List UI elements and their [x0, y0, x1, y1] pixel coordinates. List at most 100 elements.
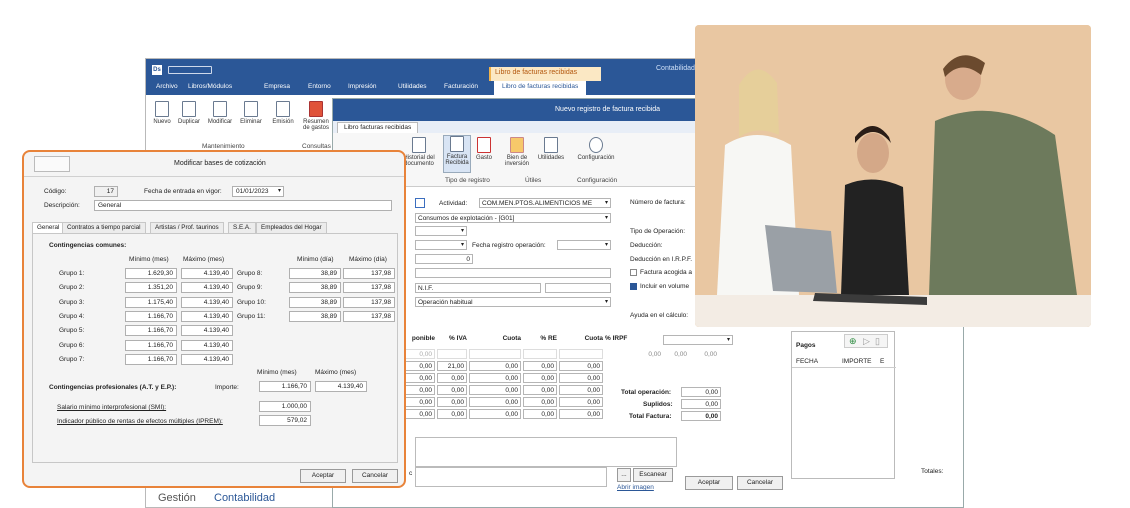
- tax-cell[interactable]: [437, 349, 467, 359]
- grupo-max-field[interactable]: 4.139,40: [181, 282, 233, 294]
- tab-general[interactable]: General: [32, 222, 65, 233]
- tax-cell[interactable]: [469, 349, 521, 359]
- tax-cell[interactable]: 0,00: [523, 373, 557, 383]
- tax-cell[interactable]: 0,00: [401, 409, 435, 419]
- resumen-gastos-button[interactable]: Resumen de gastos: [300, 101, 332, 131]
- tax-cell[interactable]: 0,00: [401, 349, 435, 359]
- emision-button[interactable]: Emisión: [270, 101, 296, 125]
- tab-facturacion[interactable]: Facturación: [444, 83, 478, 90]
- tax-cell[interactable]: 0,00: [437, 409, 467, 419]
- tax-cell[interactable]: 0,00: [559, 373, 603, 383]
- grupo-max-field[interactable]: 137,98: [343, 268, 395, 279]
- notes-area[interactable]: [415, 437, 677, 467]
- tab-libro-facturas-recibidas[interactable]: Libro facturas recibidas: [337, 122, 419, 133]
- tax-cell[interactable]: 0,00: [469, 409, 521, 419]
- actividad-select[interactable]: COM.MEN.PTOS.ALIMENTICIOS ME: [479, 198, 611, 208]
- grupo-max-field[interactable]: 137,98: [343, 310, 395, 322]
- prof-min-field[interactable]: 1.166,70: [259, 381, 311, 392]
- tab-libros[interactable]: Libros/Módulos: [188, 83, 232, 90]
- tab-archivo[interactable]: Archivo: [156, 83, 178, 90]
- grupo-min-field[interactable]: 1.175,40: [125, 296, 177, 308]
- irpf-select[interactable]: [663, 335, 733, 345]
- tax-cell[interactable]: 0,00: [401, 361, 435, 371]
- tax-cell[interactable]: 0,00: [437, 397, 467, 407]
- fecha-registro-field[interactable]: [557, 240, 611, 250]
- tab-sea[interactable]: S.E.A.: [228, 222, 256, 233]
- concepto-select[interactable]: Consumos de explotación - [G01]: [415, 213, 611, 223]
- nav-gestion[interactable]: Gestión: [158, 492, 196, 504]
- tax-cell[interactable]: 21,00: [437, 361, 467, 371]
- grupo-max-field[interactable]: 4.139,40: [181, 325, 233, 337]
- grupo-min-field[interactable]: 1.629,30: [125, 268, 177, 279]
- grupo-max-field[interactable]: 4.139,40: [181, 268, 233, 279]
- tax-cell[interactable]: 0,00: [401, 385, 435, 395]
- grupo-min-field[interactable]: 38,89: [289, 310, 341, 322]
- tax-cell[interactable]: 0,00: [559, 361, 603, 371]
- nif-value-field[interactable]: [545, 283, 611, 293]
- tax-cell[interactable]: 0,00: [559, 409, 603, 419]
- utilidades-button[interactable]: Utilidades: [533, 137, 569, 161]
- fecha-vigor-field[interactable]: 01/01/2023: [232, 186, 284, 197]
- tab-empleados-hogar[interactable]: Empleados del Hogar: [256, 222, 327, 233]
- tax-cell[interactable]: 0,00: [523, 385, 557, 395]
- grupo-max-field[interactable]: 137,98: [343, 282, 395, 294]
- smi-field[interactable]: 1.000,00: [259, 401, 311, 412]
- nav-contabilidad[interactable]: Contabilidad: [214, 492, 275, 504]
- escanear-button[interactable]: Escanear: [633, 468, 673, 482]
- tax-cell[interactable]: 0,00: [469, 397, 521, 407]
- grupo-max-field[interactable]: 137,98: [343, 296, 395, 308]
- select-a[interactable]: [415, 226, 467, 236]
- tab-impresion[interactable]: Impresión: [348, 83, 377, 90]
- nif-field[interactable]: N.I.F.: [415, 283, 541, 293]
- grupo-max-field[interactable]: 4.139,40: [181, 296, 233, 308]
- add-payment-icon[interactable]: ⊕: [849, 336, 857, 347]
- tax-cell[interactable]: 0,00: [523, 397, 557, 407]
- modificar-button[interactable]: Modificar: [204, 101, 236, 125]
- bien-inversion-button[interactable]: Bien de inversión: [503, 137, 531, 167]
- ellipsis-button[interactable]: ...: [617, 468, 631, 482]
- eliminar-button[interactable]: Eliminar: [236, 101, 266, 125]
- tax-cell[interactable]: 0,00: [401, 397, 435, 407]
- tax-cell[interactable]: [523, 349, 557, 359]
- grupo-min-field[interactable]: 38,89: [289, 282, 341, 294]
- iprem-field[interactable]: 579,02: [259, 415, 311, 426]
- bases-aceptar-button[interactable]: Aceptar: [300, 469, 346, 483]
- nuevo-button[interactable]: Nuevo: [150, 101, 174, 125]
- grupo-min-field[interactable]: 1.166,70: [125, 310, 177, 322]
- tax-cell[interactable]: [559, 349, 603, 359]
- grupo-min-field[interactable]: 38,89: [289, 296, 341, 308]
- descripcion-field[interactable]: General: [94, 200, 392, 211]
- tab-libro-facturas[interactable]: Libro de facturas recibidas: [494, 81, 587, 95]
- invoice-aceptar-button[interactable]: Aceptar: [685, 476, 733, 490]
- tab-contratos-parcial[interactable]: Contratos a tiempo parcial: [62, 222, 146, 233]
- abrir-imagen-link[interactable]: Abrir imagen: [617, 484, 654, 491]
- grupo-max-field[interactable]: 4.139,40: [181, 353, 233, 365]
- factura-recibida-button[interactable]: Factura Recibida: [443, 135, 471, 173]
- prof-max-field[interactable]: 4.139,40: [315, 381, 367, 392]
- operacion-select[interactable]: Operación habitual: [415, 297, 611, 307]
- tax-cell[interactable]: 0,00: [469, 385, 521, 395]
- grupo-min-field[interactable]: 1.166,70: [125, 353, 177, 365]
- gasto-button[interactable]: Gasto: [473, 137, 495, 161]
- duplicar-button[interactable]: Duplicar: [174, 101, 204, 125]
- grupo-max-field[interactable]: 4.139,40: [181, 310, 233, 322]
- edit-payment-icon[interactable]: ▷: [863, 336, 870, 347]
- zero-field[interactable]: 0: [415, 254, 473, 264]
- image-area[interactable]: [415, 467, 607, 487]
- bases-cancelar-button[interactable]: Cancelar: [352, 469, 398, 483]
- configuracion-button[interactable]: Configuración: [573, 137, 619, 161]
- tax-cell[interactable]: 0,00: [559, 397, 603, 407]
- tax-cell[interactable]: 0,00: [469, 373, 521, 383]
- grupo-min-field[interactable]: 38,89: [289, 268, 341, 279]
- tax-cell[interactable]: 0,00: [401, 373, 435, 383]
- tax-cell[interactable]: 0,00: [523, 409, 557, 419]
- tab-utilidades[interactable]: Utilidades: [398, 83, 427, 90]
- grupo-min-field[interactable]: 1.351,20: [125, 282, 177, 294]
- code-field[interactable]: [415, 198, 425, 208]
- invoice-cancelar-button[interactable]: Cancelar: [737, 476, 783, 490]
- tab-artistas[interactable]: Artistas / Prof. taurinos: [150, 222, 224, 233]
- incluir-checkbox[interactable]: [630, 283, 637, 290]
- tax-cell[interactable]: 0,00: [437, 385, 467, 395]
- tab-empresa[interactable]: Empresa: [264, 83, 290, 90]
- grupo-min-field[interactable]: 1.166,70: [125, 325, 177, 337]
